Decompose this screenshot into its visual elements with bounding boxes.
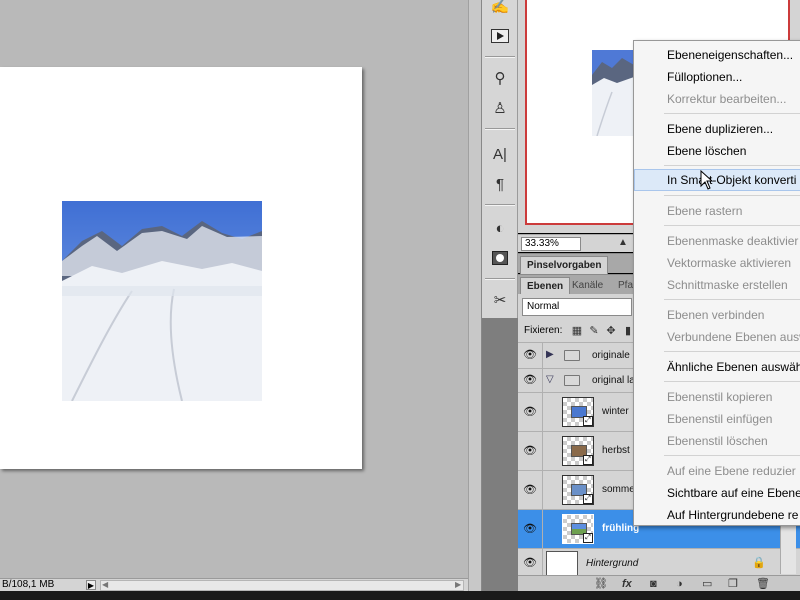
scroll-left-icon[interactable]: ◀ bbox=[102, 579, 108, 591]
actions-play-icon[interactable] bbox=[487, 24, 513, 48]
lock-transparency-icon[interactable]: ▦ bbox=[571, 325, 583, 337]
visibility-eye-icon[interactable]: 👁 bbox=[522, 374, 538, 386]
layer-name: somme bbox=[602, 484, 635, 495]
zoom-field[interactable]: 33.33% bbox=[521, 237, 581, 251]
lock-icon: 🔒 bbox=[752, 557, 766, 569]
menu-item-paste-layer-style: Ebenenstil einfügen bbox=[667, 412, 773, 426]
link-icon[interactable]: ⛓ bbox=[594, 577, 608, 591]
menu-item-convert-to-smart-object[interactable]: In Smart-Objekt konverti bbox=[634, 169, 800, 191]
menu-item-disable-layer-mask: Ebenenmaske deaktivier bbox=[667, 234, 799, 248]
layers-footer-toolbar: ⛓ fx ◙ ◑ ▭ ❐ 🗑 bbox=[518, 575, 800, 591]
layer-name: originale bbox=[592, 350, 630, 361]
blend-mode-select[interactable]: Normal bbox=[522, 298, 632, 316]
bottom-edge bbox=[0, 591, 800, 600]
menu-item-select-linked-layers: Verbundene Ebenen ausw bbox=[667, 330, 800, 344]
menu-item-duplicate-layer[interactable]: Ebene duplizieren... bbox=[634, 118, 800, 140]
layer-row[interactable]: 👁 Hintergrund 🔒 bbox=[518, 548, 800, 579]
layer-thumbnail: ⤢ bbox=[562, 475, 594, 505]
status-menu-arrow-icon[interactable]: ▶ bbox=[86, 580, 96, 590]
group-collapsed-icon[interactable]: ▶ bbox=[546, 349, 554, 360]
visibility-eye-icon[interactable]: 👁 bbox=[522, 406, 538, 418]
lock-position-icon[interactable]: ✥ bbox=[605, 325, 617, 337]
document-canvas[interactable] bbox=[0, 67, 362, 469]
status-bar: B/108,1 MB ▶ ◀ ▶ bbox=[0, 578, 468, 591]
layer-name: Hintergrund bbox=[586, 558, 639, 569]
visibility-eye-icon[interactable]: 👁 bbox=[522, 484, 538, 496]
menu-item-create-clipping-mask: Schnittmaske erstellen bbox=[667, 278, 788, 292]
visibility-eye-icon[interactable]: 👁 bbox=[522, 523, 538, 535]
menu-item-layer-properties[interactable]: Ebeneneigenschaften... bbox=[634, 44, 800, 66]
paragraph-icon[interactable]: ¶ bbox=[487, 172, 513, 196]
adjustment-layer-icon[interactable]: ◑ bbox=[676, 577, 683, 591]
layer-name: herbst bbox=[602, 445, 630, 456]
smart-object-icon: ⤢ bbox=[583, 416, 593, 426]
document-size-readout: B/108,1 MB bbox=[2, 579, 55, 590]
folder-icon bbox=[564, 375, 580, 386]
scroll-right-icon[interactable]: ▶ bbox=[455, 579, 461, 591]
menu-item-flatten-image[interactable]: Auf Hintergrundebene re bbox=[634, 504, 800, 526]
trash-icon[interactable]: 🗑 bbox=[756, 577, 770, 591]
smart-object-icon: ⤢ bbox=[583, 533, 593, 543]
panel-icon-strip: ✍ ⚲ ♙ A| ¶ ◐ ✂ bbox=[482, 0, 518, 318]
menu-item-blending-options[interactable]: Fülloptionen... bbox=[634, 66, 800, 88]
layer-thumbnail: ⤢ bbox=[562, 514, 594, 544]
menu-item-delete-layer[interactable]: Ebene löschen bbox=[634, 140, 800, 162]
visibility-eye-icon[interactable]: 👁 bbox=[522, 349, 538, 361]
layer-name: winter bbox=[602, 406, 629, 417]
lock-pixels-icon[interactable]: ✎ bbox=[588, 325, 600, 337]
menu-item-copy-layer-style: Ebenenstil kopieren bbox=[667, 390, 773, 404]
menu-item-enable-vector-mask: Vektormaske aktivieren bbox=[667, 256, 792, 270]
layer-thumbnail: ⤢ bbox=[562, 436, 594, 466]
menu-item-select-similar-layers[interactable]: Ähnliche Ebenen auswäh bbox=[634, 356, 800, 378]
masks-icon[interactable] bbox=[487, 246, 513, 270]
fx-icon[interactable]: fx bbox=[622, 577, 632, 591]
smart-object-icon: ⤢ bbox=[583, 494, 593, 504]
mountain-image bbox=[62, 201, 262, 401]
visibility-eye-icon[interactable]: 👁 bbox=[522, 445, 538, 457]
layer-thumbnail: ⤢ bbox=[562, 397, 594, 427]
layer-name: original la bbox=[592, 375, 635, 386]
navigator-thumbnail-image bbox=[592, 50, 634, 136]
history-brush-icon[interactable]: ✍ bbox=[487, 0, 513, 18]
new-layer-icon[interactable]: ❐ bbox=[728, 577, 738, 591]
empty-dock-area bbox=[482, 318, 518, 591]
tab-brush-presets[interactable]: Pinselvorgaben bbox=[520, 256, 609, 274]
tab-layers[interactable]: Ebenen bbox=[520, 277, 571, 295]
mouse-pointer-icon bbox=[700, 169, 714, 193]
group-expanded-icon[interactable]: ▽ bbox=[546, 374, 554, 385]
stamp-icon[interactable]: ♙ bbox=[487, 96, 513, 120]
tools-preset-icon[interactable]: ✂ bbox=[487, 288, 513, 312]
character-icon[interactable]: A| bbox=[487, 142, 513, 166]
menu-item-rasterize-layer: Ebene rastern bbox=[667, 204, 743, 218]
canvas-workspace[interactable] bbox=[0, 0, 468, 578]
menu-item-merge-visible[interactable]: Sichtbare auf eine Ebene bbox=[634, 482, 800, 504]
lock-label: Fixieren: bbox=[524, 325, 563, 336]
zoom-out-icon[interactable]: ▲ bbox=[618, 235, 628, 251]
menu-item-merge-down: Auf eine Ebene reduzier bbox=[667, 464, 796, 478]
adjustments-icon[interactable]: ◐ bbox=[487, 216, 513, 240]
visibility-eye-icon[interactable]: 👁 bbox=[522, 557, 538, 569]
horizontal-scrollbar[interactable] bbox=[100, 580, 464, 591]
tab-channels[interactable]: Kanäle bbox=[566, 277, 609, 295]
folder-icon bbox=[564, 350, 580, 361]
menu-item-clear-layer-style: Ebenenstil löschen bbox=[667, 434, 768, 448]
mask-icon[interactable]: ◙ bbox=[650, 577, 657, 591]
clone-source-icon[interactable]: ⚲ bbox=[487, 66, 513, 90]
menu-item-link-layers: Ebenen verbinden bbox=[667, 308, 765, 322]
panel-separator[interactable] bbox=[468, 0, 482, 591]
menu-item-edit-adjustment: Korrektur bearbeiten... bbox=[667, 92, 787, 106]
layer-context-menu: Ebeneneigenschaften... Fülloptionen... K… bbox=[633, 40, 800, 526]
new-group-icon[interactable]: ▭ bbox=[702, 577, 712, 591]
smart-object-icon: ⤢ bbox=[583, 455, 593, 465]
